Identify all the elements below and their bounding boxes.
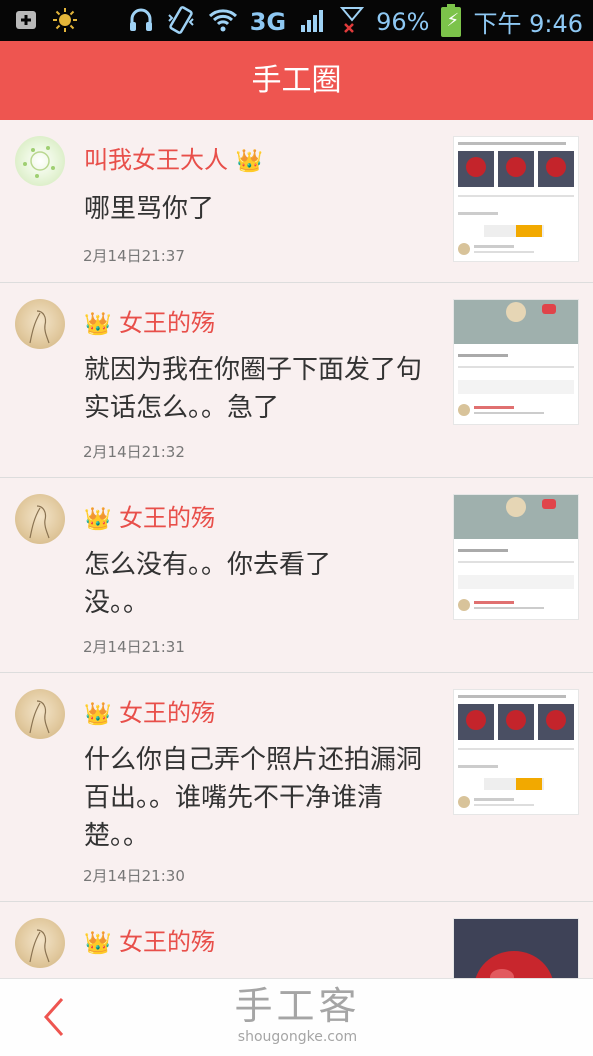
bottom-bar: 手工客 shougongke.com — [0, 978, 593, 1056]
user-name-text: 叫我女王大人 — [84, 146, 228, 174]
app-header: 手工圈 — [0, 41, 593, 120]
clock: 下午 9:46 — [473, 10, 583, 38]
wifi-icon — [208, 7, 238, 37]
user-name[interactable]: 👑 女王的殇 — [84, 922, 215, 957]
timestamp: 2月14日21:32 — [83, 443, 185, 461]
user-name[interactable]: 👑 女王的殇 — [84, 303, 215, 338]
battery-charging-icon: ⚡ — [441, 3, 462, 37]
vibrate-icon — [166, 5, 196, 39]
user-name[interactable]: 👑 女王的殇 — [84, 693, 215, 728]
post-thumbnail[interactable] — [453, 136, 579, 262]
status-bar: 3G 96% ⚡ 下午 9:46 — [0, 0, 593, 41]
list-item[interactable]: 👑 女王的殇 什么你自己弄个照片还拍漏洞百出。。谁嘴先不干净谁清楚。。 2月14… — [0, 673, 593, 902]
timestamp: 2月14日21:30 — [83, 867, 185, 885]
user-name-text: 女王的殇 — [119, 699, 216, 727]
notification-plus-icon — [14, 8, 38, 36]
page-title: 手工圈 — [251, 63, 342, 98]
avatar[interactable] — [15, 299, 65, 349]
signal-icon — [298, 7, 328, 37]
user-name-text: 女王的殇 — [119, 928, 216, 956]
list-item[interactable]: 👑 女王的殇 怎么没有。。你去看了没。。 2月14日21:31 — [0, 478, 593, 673]
user-name-text: 女王的殇 — [119, 504, 216, 532]
crown-icon: 👑 — [84, 931, 112, 956]
message-text: 就因为我在你圈子下面发了句实话怎么。。急了 — [84, 355, 423, 423]
list-item[interactable]: 叫我女王大人 👑 哪里骂你了 2月14日21:37 — [0, 120, 593, 283]
post-thumbnail[interactable] — [453, 918, 579, 978]
signal-no-service-icon — [339, 6, 365, 38]
user-name[interactable]: 叫我女王大人 👑 — [84, 140, 263, 175]
back-button[interactable] — [36, 995, 76, 1039]
message-text: 什么你自己弄个照片还拍漏洞百出。。谁嘴先不干净谁清楚。。 — [84, 745, 423, 851]
crown-icon: 👑 — [235, 149, 264, 174]
timestamp: 2月14日21:31 — [83, 638, 185, 656]
post-thumbnail[interactable] — [453, 494, 579, 620]
crown-icon: 👑 — [84, 702, 112, 727]
avatar[interactable] — [15, 136, 65, 186]
message-list[interactable]: 叫我女王大人 👑 哪里骂你了 2月14日21:37 👑 女王的殇 就因为我在你圈… — [0, 120, 593, 978]
watermark-en: shougongke.com — [237, 1029, 358, 1045]
headphones-icon — [128, 7, 154, 37]
list-item[interactable]: 👑 女王的殇 就因为我在你圈子下面发了句实话怎么。。急了 2月14日21:32 — [0, 283, 593, 478]
chevron-left-icon — [43, 998, 64, 1036]
watermark-cn: 手工客 — [234, 984, 361, 1028]
message-text: 哪里骂你了 — [84, 194, 215, 224]
avatar[interactable] — [15, 918, 65, 968]
avatar[interactable] — [15, 494, 65, 544]
user-name[interactable]: 👑 女王的殇 — [84, 498, 215, 533]
timestamp: 2月14日21:37 — [83, 247, 185, 265]
avatar[interactable] — [15, 689, 65, 739]
battery-percentage: 96% — [376, 7, 430, 36]
sun-icon — [52, 7, 78, 37]
post-thumbnail[interactable] — [453, 689, 579, 815]
list-item[interactable]: 👑 女王的殇 — [0, 902, 593, 978]
post-thumbnail[interactable] — [453, 299, 579, 425]
network-type: 3G — [249, 7, 287, 36]
message-text: 怎么没有。。你去看了没。。 — [84, 550, 332, 618]
crown-icon: 👑 — [84, 507, 112, 532]
crown-icon: 👑 — [84, 312, 112, 337]
user-name-text: 女王的殇 — [119, 309, 216, 337]
watermark: 手工客 shougongke.com — [230, 983, 365, 1045]
